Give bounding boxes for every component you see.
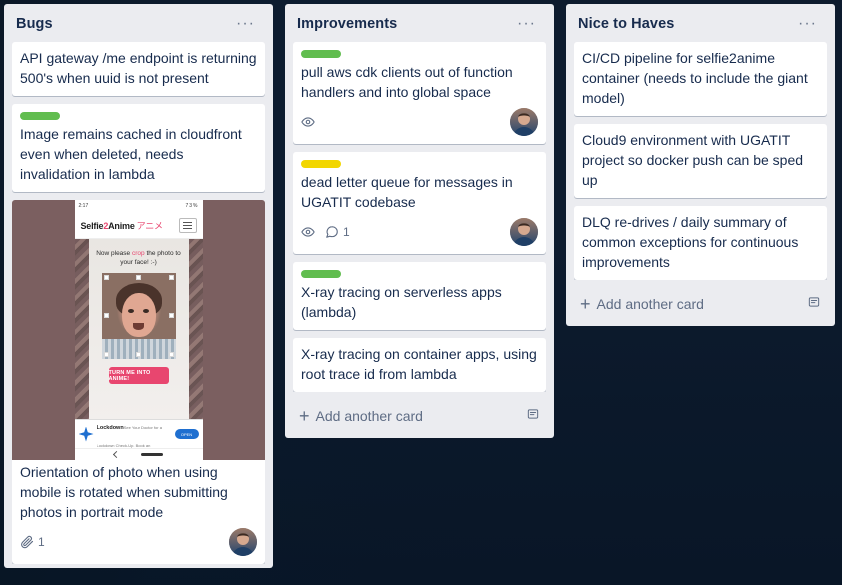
plus-icon: + <box>299 406 310 426</box>
list-menu-ellipsis-icon[interactable]: ··· <box>792 16 823 32</box>
card-title: CI/CD pipeline for selfie2anime containe… <box>582 50 808 106</box>
card-title: X-ray tracing on container apps, using r… <box>301 346 537 382</box>
card-label-yellow[interactable] <box>301 160 341 168</box>
list-menu-ellipsis-icon[interactable]: ··· <box>511 16 542 32</box>
add-another-card-button[interactable]: + Add another card <box>289 396 550 434</box>
card-badges: 1 <box>301 218 538 246</box>
card[interactable]: X-ray tracing on serverless apps (lambda… <box>293 262 546 330</box>
card-label-green[interactable] <box>20 112 60 120</box>
list-nice-to-haves: Nice to Haves ··· CI/CD pipeline for selfi… <box>566 4 835 326</box>
watch-eye-icon <box>301 225 315 239</box>
card-labels <box>20 112 257 120</box>
list-cards: CI/CD pipeline for selfie2anime containe… <box>570 42 831 280</box>
card-title: Orientation of photo when using mobile i… <box>20 464 228 520</box>
list-title[interactable]: Bugs <box>16 14 53 34</box>
member-avatar[interactable] <box>510 108 538 136</box>
card-badges: 1 <box>12 528 265 556</box>
phone-status-time: 2:17 <box>78 203 89 209</box>
add-card-label: Add another card <box>315 408 423 424</box>
card-label-green[interactable] <box>301 270 341 278</box>
card[interactable]: Cloud9 environment with UGATIT project s… <box>574 124 827 198</box>
card-badge-watch-eye <box>301 115 315 129</box>
badge-count: 1 <box>38 535 45 549</box>
card-labels <box>301 270 538 278</box>
phone-crop-prompt: Now please crop the photo to your face! … <box>96 250 181 266</box>
card-cover-image: 2:17 73% Selfie2Anime アニメ Now please crop th… <box>12 200 265 460</box>
card-template-icon[interactable] <box>526 406 540 426</box>
card[interactable]: Image remains cached in cloudfront even … <box>12 104 265 192</box>
list-cards: API gateway /me endpoint is returning 50… <box>8 42 269 564</box>
card-title: dead letter queue for messages in UGATIT… <box>301 174 513 210</box>
card[interactable]: pull aws cdk clients out of function han… <box>293 42 546 144</box>
list-improvements: Improvements ··· pull aws cdk clients out … <box>285 4 554 438</box>
member-avatar[interactable] <box>510 218 538 246</box>
card-template-icon[interactable] <box>807 294 821 314</box>
phone-status-battery: 73% <box>185 203 199 209</box>
attachment-icon <box>20 535 34 549</box>
card-labels <box>301 50 538 58</box>
phone-ad-banner[interactable]: Restart Well After LockdownSee Your Doct… <box>74 407 203 448</box>
card[interactable]: 2:17 73% Selfie2Anime アニメ Now please crop th… <box>12 200 265 564</box>
add-another-card-button[interactable]: + Add another card <box>570 284 831 322</box>
ad-open-button[interactable]: OPEN <box>174 429 199 439</box>
list-header: Improvements ··· <box>289 4 550 42</box>
list-cards: pull aws cdk clients out of function han… <box>289 42 550 392</box>
phone-app-brand: Selfie2Anime アニメ <box>80 220 164 231</box>
board-canvas: Bugs ··· API gateway /me endpoint is retur… <box>0 0 842 585</box>
phone-nav-bar <box>74 448 203 460</box>
card-title: Image remains cached in cloudfront even … <box>20 126 242 182</box>
phone-app-body: Now please crop the photo to your face! … <box>74 239 203 419</box>
ad-logo-icon <box>78 426 94 442</box>
member-avatar[interactable] <box>229 528 257 556</box>
add-card-label: Add another card <box>596 296 704 312</box>
phone-app-header: Selfie2Anime アニメ <box>74 212 203 239</box>
board-lists: Bugs ··· API gateway /me endpoint is retur… <box>0 0 842 585</box>
list-menu-ellipsis-icon[interactable]: ··· <box>230 16 261 32</box>
phone-status-bar: 2:17 73% <box>74 200 203 212</box>
turn-me-into-anime-button[interactable]: TURN ME INTO ANIME! <box>108 367 169 384</box>
card-title: X-ray tracing on serverless apps (lambda… <box>301 284 502 320</box>
phone-home-pill[interactable] <box>141 453 163 456</box>
phone-back-icon[interactable] <box>112 450 121 459</box>
card[interactable]: dead letter queue for messages in UGATIT… <box>293 152 546 254</box>
hamburger-menu-icon <box>178 217 197 233</box>
badge-count: 1 <box>343 225 350 239</box>
phone-screenshot: 2:17 73% Selfie2Anime アニメ Now please crop th… <box>74 200 203 460</box>
list-bugs: Bugs ··· API gateway /me endpoint is retur… <box>4 4 273 568</box>
card[interactable]: X-ray tracing on container apps, using r… <box>293 338 546 392</box>
phone-bg-right <box>188 239 203 419</box>
card-label-green[interactable] <box>301 50 341 58</box>
phone-bg-left <box>74 239 89 419</box>
card-title: DLQ re-drives / daily summary of common … <box>582 214 799 270</box>
comment-icon <box>325 225 339 239</box>
card-badges <box>301 108 538 136</box>
add-card-left: + Add another card <box>299 406 423 426</box>
card[interactable]: DLQ re-drives / daily summary of common … <box>574 206 827 280</box>
watch-eye-icon <box>301 115 315 129</box>
card-badge-attachment: 1 <box>20 534 45 550</box>
card[interactable]: API gateway /me endpoint is returning 50… <box>12 42 265 96</box>
phone-crop-photo <box>101 273 176 359</box>
add-card-left: + Add another card <box>580 294 704 314</box>
list-header: Bugs ··· <box>8 4 269 42</box>
card-title: API gateway /me endpoint is returning 50… <box>20 50 257 86</box>
card-title: pull aws cdk clients out of function han… <box>301 64 513 100</box>
card[interactable]: CI/CD pipeline for selfie2anime containe… <box>574 42 827 116</box>
list-title[interactable]: Nice to Haves <box>578 14 674 34</box>
card-labels <box>301 160 538 168</box>
card-badge-watch-eye <box>301 225 315 239</box>
card-badge-comment: 1 <box>325 224 350 240</box>
list-header: Nice to Haves ··· <box>570 4 831 42</box>
card-title: Cloud9 environment with UGATIT project s… <box>582 132 804 188</box>
plus-icon: + <box>580 294 591 314</box>
list-title[interactable]: Improvements <box>297 14 397 34</box>
